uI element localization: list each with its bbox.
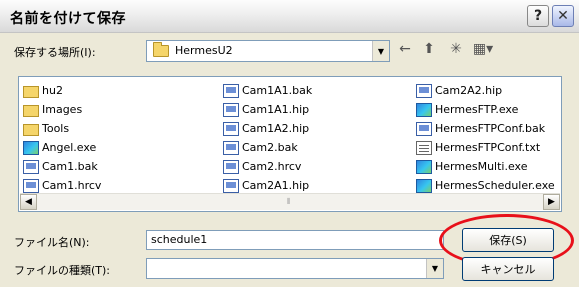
horizontal-scrollbar[interactable]: ◀ ⦀ ▶ bbox=[20, 193, 560, 210]
file-name: HermesFTPConf.txt bbox=[435, 141, 541, 154]
file-list-pane[interactable]: hu2 Images Tools Angel.exe Cam1.bak Cam1.hrcv… bbox=[18, 76, 562, 212]
file-name: Cam2A1.hip bbox=[242, 179, 310, 192]
file-icon bbox=[223, 159, 239, 174]
application-icon bbox=[23, 140, 39, 155]
cancel-button[interactable]: キャンセル bbox=[462, 257, 554, 281]
views-menu-icon[interactable]: ▦▾ bbox=[470, 40, 496, 58]
file-list-item[interactable]: Cam1A1.hip bbox=[223, 100, 312, 119]
file-name: HermesMulti.exe bbox=[435, 160, 528, 173]
file-name: Cam1.hrcv bbox=[42, 179, 102, 192]
location-combo[interactable]: HermesU2 ▼ bbox=[146, 40, 390, 62]
file-name: Cam2A2.hip bbox=[435, 84, 503, 97]
scroll-right-button[interactable]: ▶ bbox=[543, 194, 560, 210]
file-icon bbox=[223, 102, 239, 117]
file-column-1: hu2 Images Tools Angel.exe Cam1.bak Cam1.hrcv bbox=[23, 81, 101, 195]
file-name: Cam2.hrcv bbox=[242, 160, 302, 173]
folder-icon bbox=[153, 42, 169, 60]
title-bar[interactable]: 名前を付けて保存 ? ✕ bbox=[0, 0, 579, 33]
file-icon bbox=[223, 121, 239, 136]
application-icon bbox=[416, 178, 432, 193]
help-button[interactable]: ? bbox=[527, 5, 549, 27]
file-name: Cam1A1.hip bbox=[242, 103, 310, 116]
file-column-3: Cam2A2.hip HermesFTP.exe HermesFTPConf.bak… bbox=[416, 81, 555, 195]
file-list-item[interactable]: HermesFTPConf.bak bbox=[416, 119, 555, 138]
file-name: hu2 bbox=[42, 84, 63, 97]
file-name: HermesScheduler.exe bbox=[435, 179, 555, 192]
file-icon bbox=[416, 83, 432, 98]
scroll-grip-icon: ⦀ bbox=[287, 197, 291, 206]
filetype-dropdown-icon[interactable]: ▼ bbox=[426, 259, 443, 278]
file-icon bbox=[23, 178, 39, 193]
file-icon bbox=[416, 121, 432, 136]
file-list-item[interactable]: hu2 bbox=[23, 81, 101, 100]
file-list-item[interactable]: Cam2.hrcv bbox=[223, 157, 312, 176]
filename-input[interactable]: schedule1 bbox=[146, 230, 444, 250]
location-dropdown-icon[interactable]: ▼ bbox=[372, 41, 389, 61]
filetype-label: ファイルの種類(T): bbox=[14, 264, 111, 277]
file-list-item[interactable]: Cam1.bak bbox=[23, 157, 101, 176]
file-list-item[interactable]: Angel.exe bbox=[23, 138, 101, 157]
file-list-item[interactable]: Cam1A2.hip bbox=[223, 119, 312, 138]
folder-icon bbox=[23, 104, 39, 117]
file-column-2: Cam1A1.bak Cam1A1.hip Cam1A2.hip Cam2.bak Ca… bbox=[223, 81, 312, 195]
file-name: Cam1A1.bak bbox=[242, 84, 313, 97]
up-folder-icon[interactable]: ⬆ bbox=[420, 40, 438, 58]
dialog-title: 名前を付けて保存 bbox=[10, 11, 126, 27]
file-list-item[interactable]: HermesFTPConf.txt bbox=[416, 138, 555, 157]
new-folder-icon[interactable]: ✳ bbox=[446, 40, 466, 58]
file-name: HermesFTPConf.bak bbox=[435, 122, 546, 135]
scroll-thumb[interactable]: ⦀ bbox=[37, 194, 543, 210]
file-list-item[interactable]: Images bbox=[23, 100, 101, 119]
location-value: HermesU2 bbox=[175, 44, 233, 57]
filename-label: ファイル名(N): bbox=[14, 236, 90, 249]
location-label: 保存する場所(I): bbox=[14, 46, 96, 59]
file-name: Cam1.bak bbox=[42, 160, 98, 173]
file-icon bbox=[223, 83, 239, 98]
application-icon bbox=[416, 102, 432, 117]
file-name: Cam2.bak bbox=[242, 141, 298, 154]
file-icon bbox=[23, 159, 39, 174]
save-as-dialog: 名前を付けて保存 ? ✕ 保存する場所(I): HermesU2 ▼ ← ⬆ ✳… bbox=[0, 0, 579, 287]
folder-icon bbox=[23, 123, 39, 136]
file-icon bbox=[223, 178, 239, 193]
filetype-select[interactable]: ▼ bbox=[146, 258, 444, 279]
back-icon[interactable]: ← bbox=[396, 40, 414, 58]
application-icon bbox=[416, 159, 432, 174]
file-list-item[interactable]: Cam2A2.hip bbox=[416, 81, 555, 100]
close-button[interactable]: ✕ bbox=[552, 5, 574, 27]
file-list-item[interactable]: HermesMulti.exe bbox=[416, 157, 555, 176]
file-name: Angel.exe bbox=[42, 141, 97, 154]
text-file-icon bbox=[416, 140, 432, 155]
file-name: Images bbox=[42, 103, 83, 116]
file-name: Cam1A2.hip bbox=[242, 122, 310, 135]
file-name: Tools bbox=[42, 122, 70, 135]
file-list-item[interactable]: Cam1A1.bak bbox=[223, 81, 312, 100]
file-list-item[interactable]: Tools bbox=[23, 119, 101, 138]
file-list-item[interactable]: HermesFTP.exe bbox=[416, 100, 555, 119]
file-icon bbox=[223, 140, 239, 155]
file-name: HermesFTP.exe bbox=[435, 103, 519, 116]
file-list-item[interactable]: Cam2.bak bbox=[223, 138, 312, 157]
folder-icon bbox=[23, 85, 39, 98]
scroll-left-button[interactable]: ◀ bbox=[20, 194, 37, 210]
